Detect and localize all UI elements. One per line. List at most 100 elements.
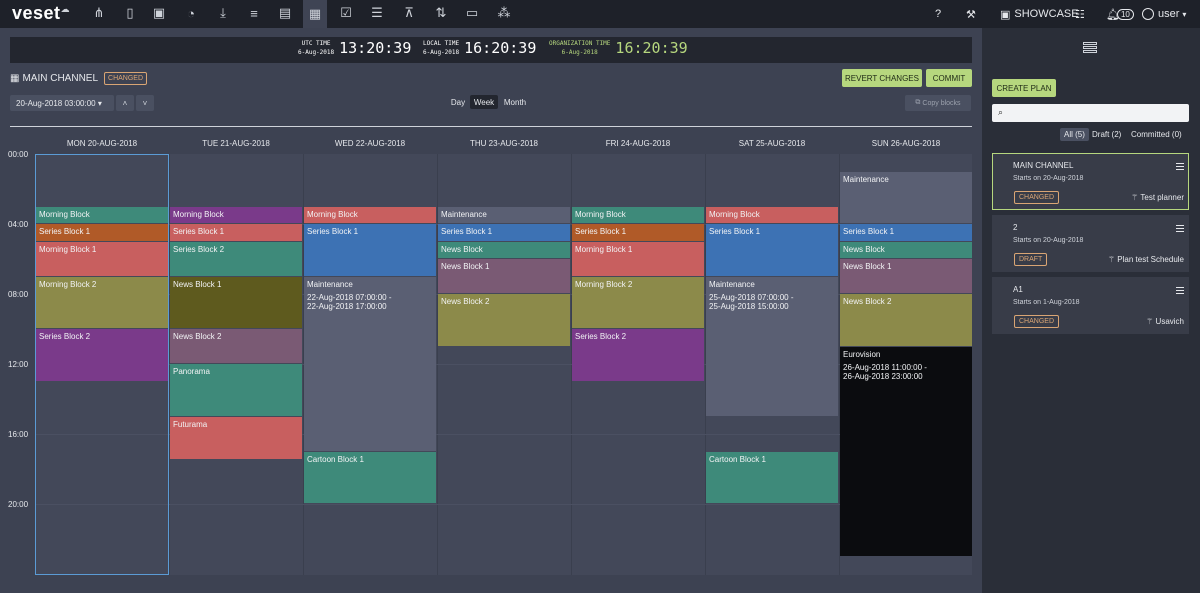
day-header[interactable]: MON 20-AUG-2018	[35, 139, 169, 148]
schedule-block[interactable]: Morning Block	[36, 206, 168, 223]
commit-button[interactable]: COMMIT	[926, 69, 972, 87]
schedule-block[interactable]: Series Block 2	[572, 329, 704, 381]
block-title: News Block 2	[173, 332, 222, 341]
download-icon[interactable]: ⤓	[214, 4, 232, 22]
schedule-block[interactable]: Series Block 1	[840, 224, 972, 241]
schedule-block[interactable]: News Block 1	[438, 259, 570, 293]
schedule-block[interactable]: Series Block 1	[572, 224, 704, 241]
tab-all[interactable]: All (5)	[1060, 128, 1089, 141]
schedule-block[interactable]: News Block	[438, 241, 570, 258]
user-menu[interactable]: user ▾	[1142, 0, 1186, 28]
day-header[interactable]: TUE 21-AUG-2018	[169, 139, 303, 148]
hierarchy-icon[interactable]: ⋔	[90, 4, 108, 22]
schedule-block[interactable]: News Block 2	[170, 329, 302, 363]
showcase-button[interactable]: ▣ SHOWCASE	[1000, 0, 1079, 28]
schedule-block[interactable]: Series Block 1	[706, 224, 838, 276]
org-date: 6-Aug-2018	[561, 49, 598, 56]
plan-owner: ⚚ Usavich	[1146, 317, 1184, 326]
notifications-button[interactable]: 🔔︎ 10	[1106, 0, 1134, 28]
view-day-button[interactable]: Day	[449, 95, 467, 109]
block-title: Maintenance	[307, 279, 353, 289]
schedule-block[interactable]: News Block 2	[438, 294, 570, 346]
sort-icon[interactable]: ⇅	[432, 4, 450, 22]
schedule-block[interactable]: Series Block 1	[170, 224, 302, 241]
plan-menu-icon[interactable]	[1176, 287, 1184, 296]
schedule-block[interactable]: Series Block 1	[304, 224, 436, 276]
schedule-block[interactable]: Morning Block 1	[36, 241, 168, 276]
prev-button[interactable]: ˄	[116, 95, 134, 111]
view-week-button[interactable]: Week	[470, 95, 498, 109]
briefcase-icon[interactable]: ▣	[150, 4, 168, 22]
time-label: 12:00	[8, 360, 29, 369]
plan-name: A1	[1013, 285, 1023, 294]
plan-menu-icon[interactable]	[1176, 163, 1184, 172]
dashboard-icon[interactable]: ◔	[182, 4, 200, 22]
block-title: Maintenance	[441, 209, 487, 219]
list-icon[interactable]: ☷	[1075, 0, 1085, 28]
day-header[interactable]: WED 22-AUG-2018	[303, 139, 437, 148]
block-title: Series Block 2	[575, 332, 627, 341]
schedule-block[interactable]: Series Block 2	[170, 241, 302, 276]
block-title: Futurama	[173, 419, 208, 429]
tab-committed[interactable]: Committed (0)	[1131, 130, 1182, 139]
block-title: Morning Block	[39, 209, 90, 219]
monitor-icon[interactable]: ▭	[463, 4, 481, 22]
block-title: Morning Block	[575, 209, 626, 219]
schedule-block[interactable]: Series Block 1	[36, 224, 168, 241]
file-icon[interactable]: ▯	[121, 4, 139, 22]
schedule-block[interactable]: Morning Block 1	[572, 241, 704, 276]
plan-menu-icon[interactable]	[1176, 225, 1184, 234]
grid-icon[interactable]: ⁂	[495, 4, 513, 22]
block-title: Panorama	[173, 367, 210, 376]
schedule-block[interactable]: News Block 2	[840, 294, 972, 346]
date-select[interactable]: 20-Aug-2018 03:00:00 ▾	[10, 95, 114, 111]
broadcast-icon[interactable]: ⊼	[400, 4, 418, 22]
schedule-block[interactable]: Eurovision 26-Aug-2018 11:00:00 - 26-Aug-…	[840, 346, 972, 556]
user-label: user	[1158, 8, 1180, 20]
day-header[interactable]: SAT 25-AUG-2018	[705, 139, 839, 148]
schedule-block[interactable]: Morning Block	[304, 206, 436, 223]
schedule-block[interactable]: News Block 1	[840, 259, 972, 293]
time-label: 20:00	[8, 500, 29, 509]
schedule-block[interactable]: Morning Block 2	[572, 276, 704, 328]
schedule-block[interactable]: Cartoon Block 1	[706, 451, 838, 503]
plan-status-badge: DRAFT	[1014, 253, 1048, 266]
schedule-block[interactable]: Morning Block	[572, 206, 704, 223]
app-logo[interactable]: veset☁	[12, 3, 70, 24]
schedule-block[interactable]: Morning Block 2	[36, 276, 168, 328]
schedule-block[interactable]: Maintenance 25-Aug-2018 07:00:00 - 25-Aug…	[706, 276, 838, 416]
schedule-block[interactable]: Maintenance	[438, 206, 570, 223]
next-button[interactable]: ˅	[136, 95, 154, 111]
create-plan-button[interactable]: CREATE PLAN	[992, 79, 1056, 97]
day-header[interactable]: FRI 24-AUG-2018	[571, 139, 705, 148]
help-icon[interactable]: ?	[935, 0, 941, 28]
view-month-button[interactable]: Month	[501, 95, 529, 109]
schedule-block[interactable]: Cartoon Block 1	[304, 451, 436, 503]
calendar-icon[interactable]: ▦	[303, 0, 327, 28]
block-title: Series Block 1	[575, 227, 627, 236]
copy-blocks-button[interactable]: ⧉ Copy blocks	[905, 95, 971, 111]
day-header[interactable]: SUN 26-AUG-2018	[839, 139, 973, 148]
schedule-block[interactable]: News Block 1	[170, 276, 302, 328]
day-header[interactable]: THU 23-AUG-2018	[437, 139, 571, 148]
archive-icon[interactable]: ▤	[276, 4, 294, 22]
schedule-block[interactable]: Maintenance	[840, 171, 972, 223]
local-date: 6-Aug-2018	[423, 49, 460, 56]
schedule-block[interactable]: Futurama	[170, 416, 302, 460]
schedule-block[interactable]: Series Block 2	[36, 329, 168, 381]
plan-start-date: Starts on 20-Aug-2018	[1013, 175, 1084, 182]
schedule-block[interactable]: News Block	[840, 241, 972, 258]
schedule-block[interactable]: Morning Block	[170, 206, 302, 223]
server-icon[interactable]: ☰	[368, 4, 386, 22]
tab-draft[interactable]: Draft (2)	[1092, 130, 1121, 139]
schedule-block[interactable]: Maintenance 22-Aug-2018 07:00:00 - 22-Aug…	[304, 276, 436, 451]
plan-search-input[interactable]: ⌕	[992, 104, 1189, 122]
schedule-block[interactable]: Panorama	[170, 364, 302, 416]
server-icon[interactable]	[1083, 42, 1097, 54]
wrench-icon[interactable]: ⚒	[966, 0, 976, 28]
revert-changes-button[interactable]: REVERT CHANGES	[842, 69, 922, 87]
schedule-block[interactable]: Series Block 1	[438, 224, 570, 241]
database-icon[interactable]: ≡	[245, 4, 263, 22]
calendar-check-icon[interactable]: ☑	[337, 4, 355, 22]
schedule-block[interactable]: Morning Block	[706, 206, 838, 223]
